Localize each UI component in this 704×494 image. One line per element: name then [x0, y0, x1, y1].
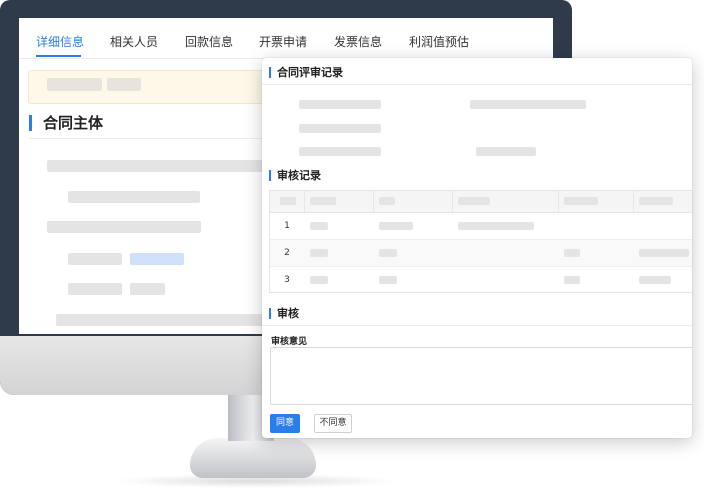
table-row[interactable]: 2: [270, 240, 692, 267]
placeholder-bar: [639, 276, 671, 284]
placeholder-bar: [564, 197, 598, 205]
tab-bar: 详细信息 相关人员 回款信息 开票申请 发票信息 利润值预估: [19, 18, 553, 59]
tab-related-people[interactable]: 相关人员: [110, 33, 158, 50]
placeholder-bar: [56, 314, 266, 326]
agree-button[interactable]: 同意: [270, 414, 300, 433]
placeholder-bar: [470, 100, 586, 109]
placeholder-bar: [107, 78, 141, 91]
placeholder-bar: [68, 253, 122, 265]
section-title-audit-records: 审核记录: [269, 170, 321, 181]
placeholder-bar: [458, 222, 534, 230]
placeholder-bar: [47, 78, 102, 91]
row-number: 3: [284, 275, 290, 285]
section-title-contract-review: 合同评审记录: [269, 67, 343, 78]
placeholder-bar: [379, 197, 395, 205]
placeholder-bar: [280, 197, 296, 205]
placeholder-bar: [130, 283, 165, 295]
placeholder-bar: [299, 100, 381, 109]
column-divider: [373, 191, 374, 212]
placeholder-bar: [564, 276, 580, 284]
placeholder-bar: [299, 147, 381, 156]
placeholder-bar: [68, 191, 200, 203]
placeholder-bar: [639, 249, 689, 257]
section-title-approve: 审核: [269, 308, 299, 319]
placeholder-bar: [564, 249, 580, 257]
row-number: 1: [284, 221, 290, 231]
column-divider: [633, 191, 634, 212]
placeholder-bar: [458, 197, 490, 205]
opinion-label: 审核意见: [271, 337, 308, 347]
table-header-row: [270, 191, 692, 213]
opinion-textarea[interactable]: [270, 347, 692, 405]
placeholder-bar: [379, 276, 397, 284]
divider: [262, 325, 692, 326]
tab-invoice-request[interactable]: 开票申请: [259, 33, 307, 50]
placeholder-bar: [310, 197, 336, 205]
placeholder-bar: [310, 222, 328, 230]
placeholder-bar: [47, 160, 263, 172]
placeholder-bar: [310, 276, 328, 284]
placeholder-bar: [379, 222, 413, 230]
review-dialog: 合同评审记录 审核记录 1 2 3 审核 审核意见 同意 不同意: [262, 58, 692, 438]
divider: [262, 84, 692, 85]
disagree-button[interactable]: 不同意: [314, 414, 352, 433]
row-number: 2: [284, 248, 290, 258]
table-row[interactable]: 1: [270, 213, 692, 240]
tab-payment-info[interactable]: 回款信息: [185, 33, 233, 50]
placeholder-bar: [310, 249, 328, 257]
placeholder-bar: [47, 221, 201, 233]
placeholder-bar: [379, 249, 397, 257]
placeholder-bar: [68, 283, 122, 295]
placeholder-bar: [299, 124, 381, 133]
tab-invoice-info[interactable]: 发票信息: [334, 33, 382, 50]
column-divider: [452, 191, 453, 212]
placeholder-bar: [130, 253, 184, 265]
tab-detail-info[interactable]: 详细信息: [36, 33, 84, 50]
audit-records-table: 1 2 3: [269, 190, 692, 293]
column-divider: [558, 191, 559, 212]
table-row[interactable]: 3: [270, 267, 692, 293]
monitor-stand-base: [190, 438, 316, 478]
placeholder-bar: [639, 197, 673, 205]
section-title-contract-subject: 合同主体: [29, 115, 103, 131]
placeholder-bar: [476, 147, 536, 156]
tab-profit-estimate[interactable]: 利润值预估: [409, 33, 469, 50]
column-divider: [304, 191, 305, 212]
tab-active-indicator: [36, 55, 81, 57]
